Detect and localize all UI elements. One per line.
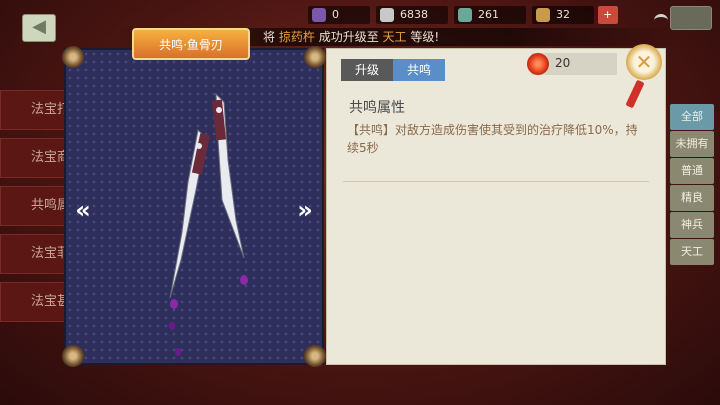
corner-ornament-icon [62, 46, 84, 68]
scroll-icon [312, 8, 326, 22]
corner-ornament-icon [304, 345, 326, 367]
weapon-artwork [169, 92, 248, 356]
prev-weapon-button[interactable]: « [72, 190, 94, 230]
next-weapon-button[interactable]: » [294, 190, 316, 230]
resource-scroll: 0 [308, 6, 370, 24]
settings-button[interactable] [670, 6, 712, 30]
fire-gem-icon [527, 53, 549, 75]
left-tab[interactable]: 法宝商 [0, 138, 70, 178]
left-tab[interactable]: 法宝甚 [0, 282, 70, 322]
tab-resonance[interactable]: 共鸣 [393, 59, 445, 81]
corner-ornament-icon [62, 345, 84, 367]
filter-tab-celestial[interactable]: 天工 [670, 239, 714, 265]
filter-tab-all[interactable]: 全部 [670, 104, 714, 130]
filter-tab-unowned[interactable]: 未拥有 [670, 131, 714, 157]
left-tab-list: 法宝打 法宝商 共鸣属 法宝菲 法宝甚 [0, 90, 70, 330]
resource-scroll-value: 0 [332, 8, 339, 21]
left-tab[interactable]: 共鸣属 [0, 186, 70, 226]
left-tab[interactable]: 法宝打 [0, 90, 70, 130]
resource-jade: 261 [454, 6, 526, 24]
close-icon: ✕ [635, 50, 653, 74]
currency-counter: 20 [527, 53, 617, 75]
purple-drop-3 [169, 322, 175, 330]
filter-tab-normal[interactable]: 普通 [670, 158, 714, 184]
back-arrow-icon: ◀ [32, 16, 46, 37]
gem-left [196, 143, 202, 149]
weapon-display-panel: « » [62, 46, 326, 367]
add-resource-button[interactable]: + [598, 6, 618, 24]
tower-icon [536, 8, 550, 22]
close-button[interactable]: ✕ [626, 44, 662, 80]
filter-tab-divine[interactable]: 神兵 [670, 212, 714, 238]
resource-ingot-value: 6838 [400, 8, 428, 21]
resource-jade-value: 261 [478, 8, 499, 21]
tab-upgrade[interactable]: 升级 [341, 59, 393, 81]
filter-tab-fine[interactable]: 精良 [670, 185, 714, 211]
back-button[interactable]: ◀ [22, 14, 56, 42]
currency-value: 20 [555, 56, 571, 70]
corner-ornament-icon [304, 46, 326, 68]
section-title: 共鸣属性 [349, 100, 405, 116]
info-panel: 升级 共鸣 20 共鸣属性 【共鸣】对敌方造成伤害使其受到的治疗降低10%，持续… [326, 48, 666, 365]
plus-icon: + [603, 8, 613, 21]
divider [343, 181, 649, 182]
purple-drop-4 [175, 348, 181, 356]
resonance-description: 【共鸣】对敌方造成伤害使其受到的治疗降低10%，持续5秒 [347, 123, 638, 155]
left-tab[interactable]: 法宝菲 [0, 234, 70, 274]
ingot-icon [380, 8, 394, 22]
resource-ingot: 6838 [376, 6, 448, 24]
filter-tab-list: 全部 未拥有 普通 精良 神兵 天工 [670, 104, 714, 266]
purple-drop-1 [240, 275, 248, 285]
resource-tower-value: 32 [556, 8, 570, 21]
info-tabs: 升级 共鸣 [341, 59, 445, 81]
resonance-modal: « » 共鸣·鱼骨刃 升级 共鸣 20 共鸣属性 【共鸣】对敌方造成伤害使其受到… [62, 28, 668, 367]
gem-right [216, 107, 222, 113]
weapon-title-banner: 共鸣·鱼骨刃 [132, 28, 250, 60]
wifi-icon [654, 14, 668, 27]
resource-tower: 32 [532, 6, 594, 24]
resource-bar: 0 6838 261 32 + [300, 4, 720, 30]
jade-icon [458, 8, 472, 22]
purple-drop-2 [170, 299, 178, 309]
